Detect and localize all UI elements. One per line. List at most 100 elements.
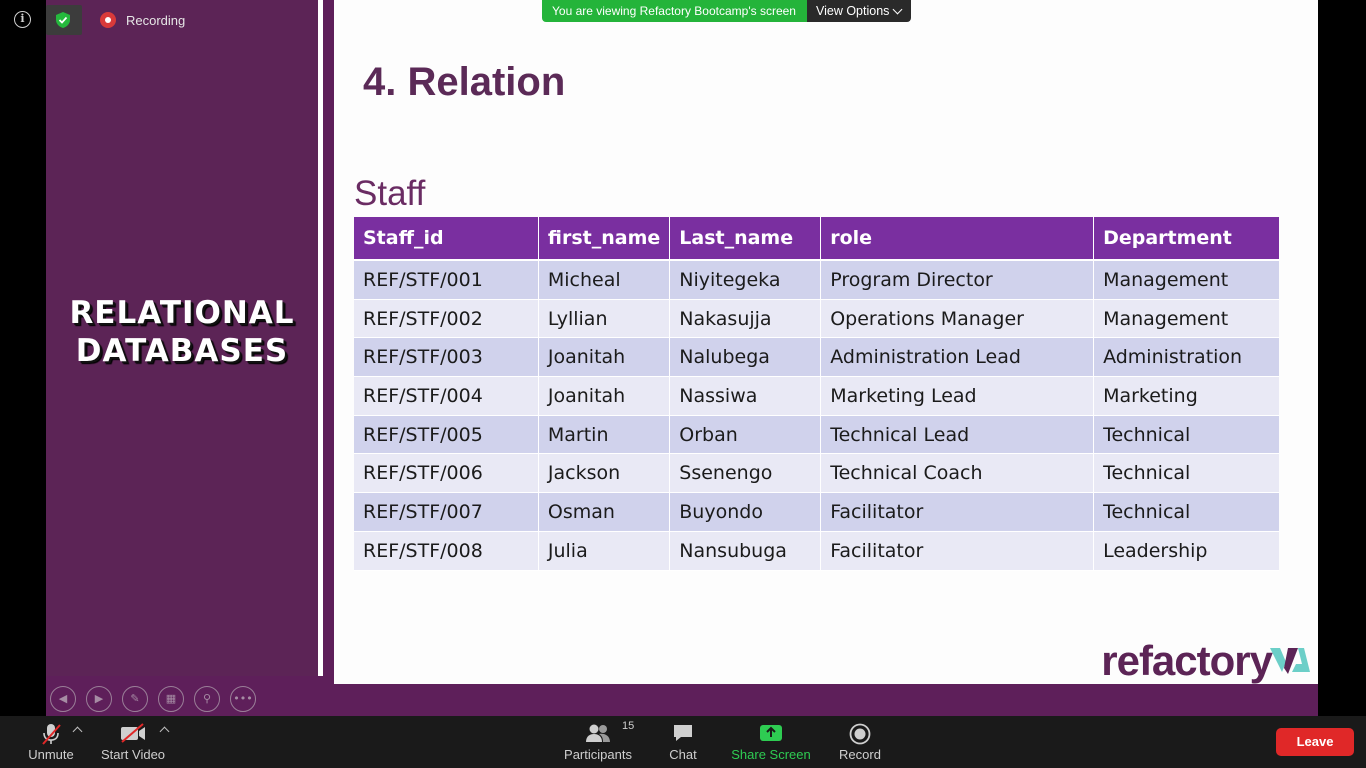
table-header-row: Staff_id first_name Last_name role Depar…: [354, 217, 1279, 261]
more-icon[interactable]: •••: [230, 686, 256, 712]
table-cell: REF/STF/007: [354, 493, 539, 532]
zoom-meeting-window: RELATIONAL DATABASES 4. Relation Staff S…: [0, 0, 1366, 768]
side-title: RELATIONAL DATABASES: [46, 294, 318, 370]
table-cell: Management: [1094, 299, 1279, 339]
record-button[interactable]: Record: [834, 716, 886, 768]
staff-table: Staff_id first_name Last_name role Depar…: [354, 217, 1279, 571]
table-cell: Technical Coach: [821, 454, 1095, 494]
participants-count: 15: [622, 720, 635, 732]
table-cell: Management: [1094, 261, 1279, 300]
view-options-button[interactable]: View Options: [806, 0, 912, 22]
refactory-logo: refactory: [1101, 640, 1310, 682]
table-row: REF/STF/002 Lyllian Nakasujja Operations Ma…: [354, 299, 1279, 339]
table-cell: Buyondo: [670, 493, 822, 532]
column-header: Last_name: [670, 217, 822, 261]
viewing-screen-text: You are viewing Refactory Bootcamp's scr…: [542, 0, 807, 22]
table-cell: Operations Manager: [821, 299, 1095, 339]
table-cell: Jackson: [538, 454, 671, 494]
share-screen-icon: [760, 725, 782, 741]
table-cell: REF/STF/003: [354, 338, 539, 378]
participants-label: Participants: [564, 747, 632, 762]
table-cell: Facilitator: [821, 531, 1095, 571]
video-off-icon: [121, 723, 145, 743]
shield-check-icon: [56, 12, 70, 28]
share-screen-label: Share Screen: [731, 747, 811, 762]
recording-indicator[interactable]: Recording: [100, 10, 185, 30]
participants-icon: [586, 724, 610, 742]
table-cell: Technical: [1094, 415, 1279, 455]
column-header: role: [821, 217, 1095, 261]
table-cell: Nansubuga: [670, 531, 822, 571]
table-row: REF/STF/003 Joanitah Nalubega Administratio…: [354, 338, 1279, 378]
table-cell: Osman: [538, 493, 671, 532]
unmute-label: Unmute: [28, 747, 74, 762]
chat-label: Chat: [669, 747, 697, 762]
chevron-down-icon: [892, 4, 903, 14]
table-row: REF/STF/006 Jackson Ssenengo Technical Coac…: [354, 454, 1279, 494]
column-header: Staff_id: [354, 217, 539, 261]
table-cell: Marketing Lead: [821, 377, 1095, 416]
info-icon[interactable]: i: [14, 11, 31, 28]
view-options-label: View Options: [815, 4, 890, 18]
table-cell: Martin: [538, 415, 671, 455]
table-cell: REF/STF/002: [354, 299, 539, 339]
logo-text: refactory: [1101, 637, 1273, 684]
table-cell: Joanitah: [538, 377, 671, 416]
panel-border: [323, 0, 333, 684]
screen-share-banner: You are viewing Refactory Bootcamp's scr…: [542, 0, 912, 22]
share-screen-button[interactable]: Share Screen: [728, 716, 814, 768]
recording-dot-icon: [100, 12, 116, 28]
side-title-line1: RELATIONAL: [69, 295, 295, 331]
table-cell: Julia: [538, 531, 671, 571]
leave-button[interactable]: Leave: [1276, 728, 1354, 756]
slides-grid-icon[interactable]: ▦: [158, 686, 184, 712]
side-title-line2: DATABASES: [75, 333, 289, 369]
record-icon: [849, 723, 871, 745]
pen-icon[interactable]: ✎: [122, 686, 148, 712]
slide-controls: ◀ ▶ ✎ ▦ ⚲ •••: [50, 686, 256, 712]
logo-mark-icon: [1270, 648, 1310, 674]
table-cell: Technical: [1094, 454, 1279, 494]
table-cell: Nalubega: [670, 338, 822, 378]
encryption-shield-button[interactable]: [46, 5, 82, 35]
table-cell: Niyitegeka: [670, 261, 822, 300]
slide-content: 4. Relation Staff Staff_id first_name La…: [334, 0, 1318, 684]
chat-icon: [674, 725, 692, 741]
start-video-button[interactable]: Start Video: [96, 716, 170, 768]
table-cell: Administration: [1094, 338, 1279, 378]
next-slide-icon[interactable]: ▶: [86, 686, 112, 712]
table-row: REF/STF/005 Martin Orban Technical Lead Tech…: [354, 415, 1279, 455]
recording-label: Recording: [126, 12, 186, 28]
table-cell: Ssenengo: [670, 454, 822, 494]
table-cell: Marketing: [1094, 377, 1279, 416]
previous-slide-icon[interactable]: ◀: [50, 686, 76, 712]
table-title: Staff: [354, 174, 426, 213]
table-cell: Leadership: [1094, 531, 1279, 571]
table-cell: REF/STF/005: [354, 415, 539, 455]
table-cell: Lyllian: [538, 299, 671, 339]
column-header: Department: [1094, 217, 1279, 261]
slide-side-panel: RELATIONAL DATABASES: [46, 0, 318, 676]
table-cell: REF/STF/006: [354, 454, 539, 494]
start-video-label: Start Video: [100, 747, 166, 762]
column-header: first_name: [538, 217, 671, 261]
shared-screen: RELATIONAL DATABASES 4. Relation Staff S…: [46, 0, 1318, 716]
table-cell: Micheal: [538, 261, 671, 300]
unmute-button[interactable]: Unmute: [18, 716, 84, 768]
table-cell: Nakasujja: [670, 299, 822, 339]
table-row: REF/STF/004 Joanitah Nassiwa Marketing Lead…: [354, 377, 1279, 416]
table-cell: Facilitator: [821, 493, 1095, 532]
zoom-icon[interactable]: ⚲: [194, 686, 220, 712]
table-cell: Nassiwa: [670, 377, 822, 416]
table-cell: Administration Lead: [821, 338, 1095, 378]
table-cell: Orban: [670, 415, 822, 455]
table-row: REF/STF/007 Osman Buyondo Facilitator Techni…: [354, 493, 1279, 532]
chat-button[interactable]: Chat: [662, 716, 704, 768]
microphone-muted-icon: [42, 724, 61, 745]
table-cell: Technical: [1094, 493, 1279, 532]
slide-heading: 4. Relation: [363, 60, 566, 104]
meeting-toolbar: Unmute Start Video Participants 15 Chat …: [0, 716, 1366, 768]
table-cell: Joanitah: [538, 338, 671, 378]
table-cell: Technical Lead: [821, 415, 1095, 455]
table-cell: REF/STF/004: [354, 377, 539, 416]
